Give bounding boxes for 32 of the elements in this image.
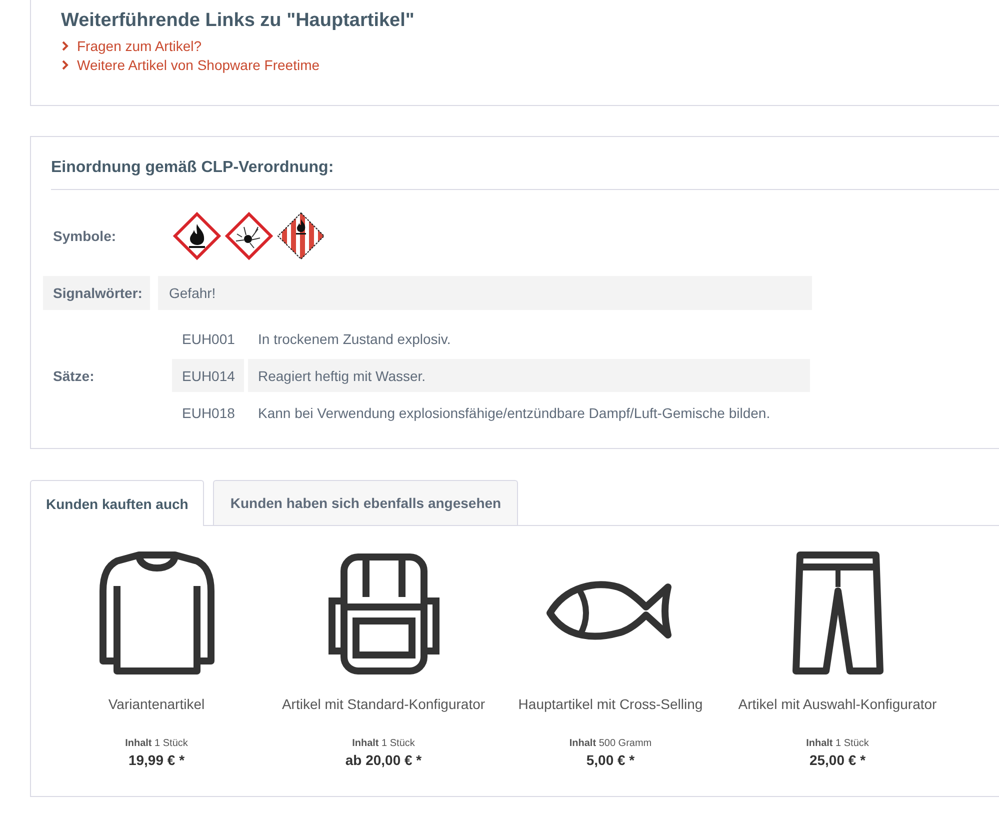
signal-words-value: Gefahr! [158,276,812,310]
symbols-label: Symbole: [52,228,118,244]
product-content: Inhalt 1 Stück [806,738,869,749]
product-price: 5,00 € * [586,752,635,768]
section-title: Weiterführende Links zu "Hauptartikel" [61,10,414,32]
section-title: Einordnung gemäß CLP-Verordnung: [51,159,334,177]
product-content: Inhalt 1 Stück [352,738,415,749]
product-content: Inhalt 500 Gramm [569,738,652,749]
product-price: 19,99 € * [128,752,185,768]
hazard-statement: In trockenem Zustand explosiv. [257,330,452,349]
hazard-code: EUH001 [181,330,236,348]
explosion-icon [224,211,274,261]
link[interactable]: Weitere Artikel von Shopware Freetime [61,57,320,73]
hazard-code: EUH014 [172,359,244,392]
product-price: 25,00 € * [809,752,866,768]
hazard-label-icon [276,211,326,261]
flame-icon [172,211,222,261]
product-name[interactable]: Artikel mit Auswahl-Konfigurator [732,694,942,734]
link[interactable]: Fragen zum Artikel? [61,38,202,54]
product-name[interactable]: Variantenartikel [52,694,262,734]
product-price: ab 20,00 € * [345,752,422,768]
tab[interactable]: Kunden kauften auch [30,480,204,526]
signal-words-label: Signalwörter: [43,276,150,310]
hazard-statement: Reagiert heftig mit Wasser. [248,359,810,392]
shirt-icon [96,551,216,676]
product-content: Inhalt 1 Stück [125,738,188,749]
sentences-label: Sätze: [52,368,96,384]
tab[interactable]: Kunden haben sich ebenfalls angesehen [213,480,518,525]
hazard-code: EUH018 [181,404,236,422]
product-name[interactable]: Artikel mit Standard-Konfigurator [278,694,488,734]
hazard-statement: Kann bei Verwendung explosionsfähige/entzündbare Dampf/Luft-Gemische bilden. [257,404,772,423]
product-name[interactable]: Hauptartikel mit Cross-Selling [506,694,716,734]
